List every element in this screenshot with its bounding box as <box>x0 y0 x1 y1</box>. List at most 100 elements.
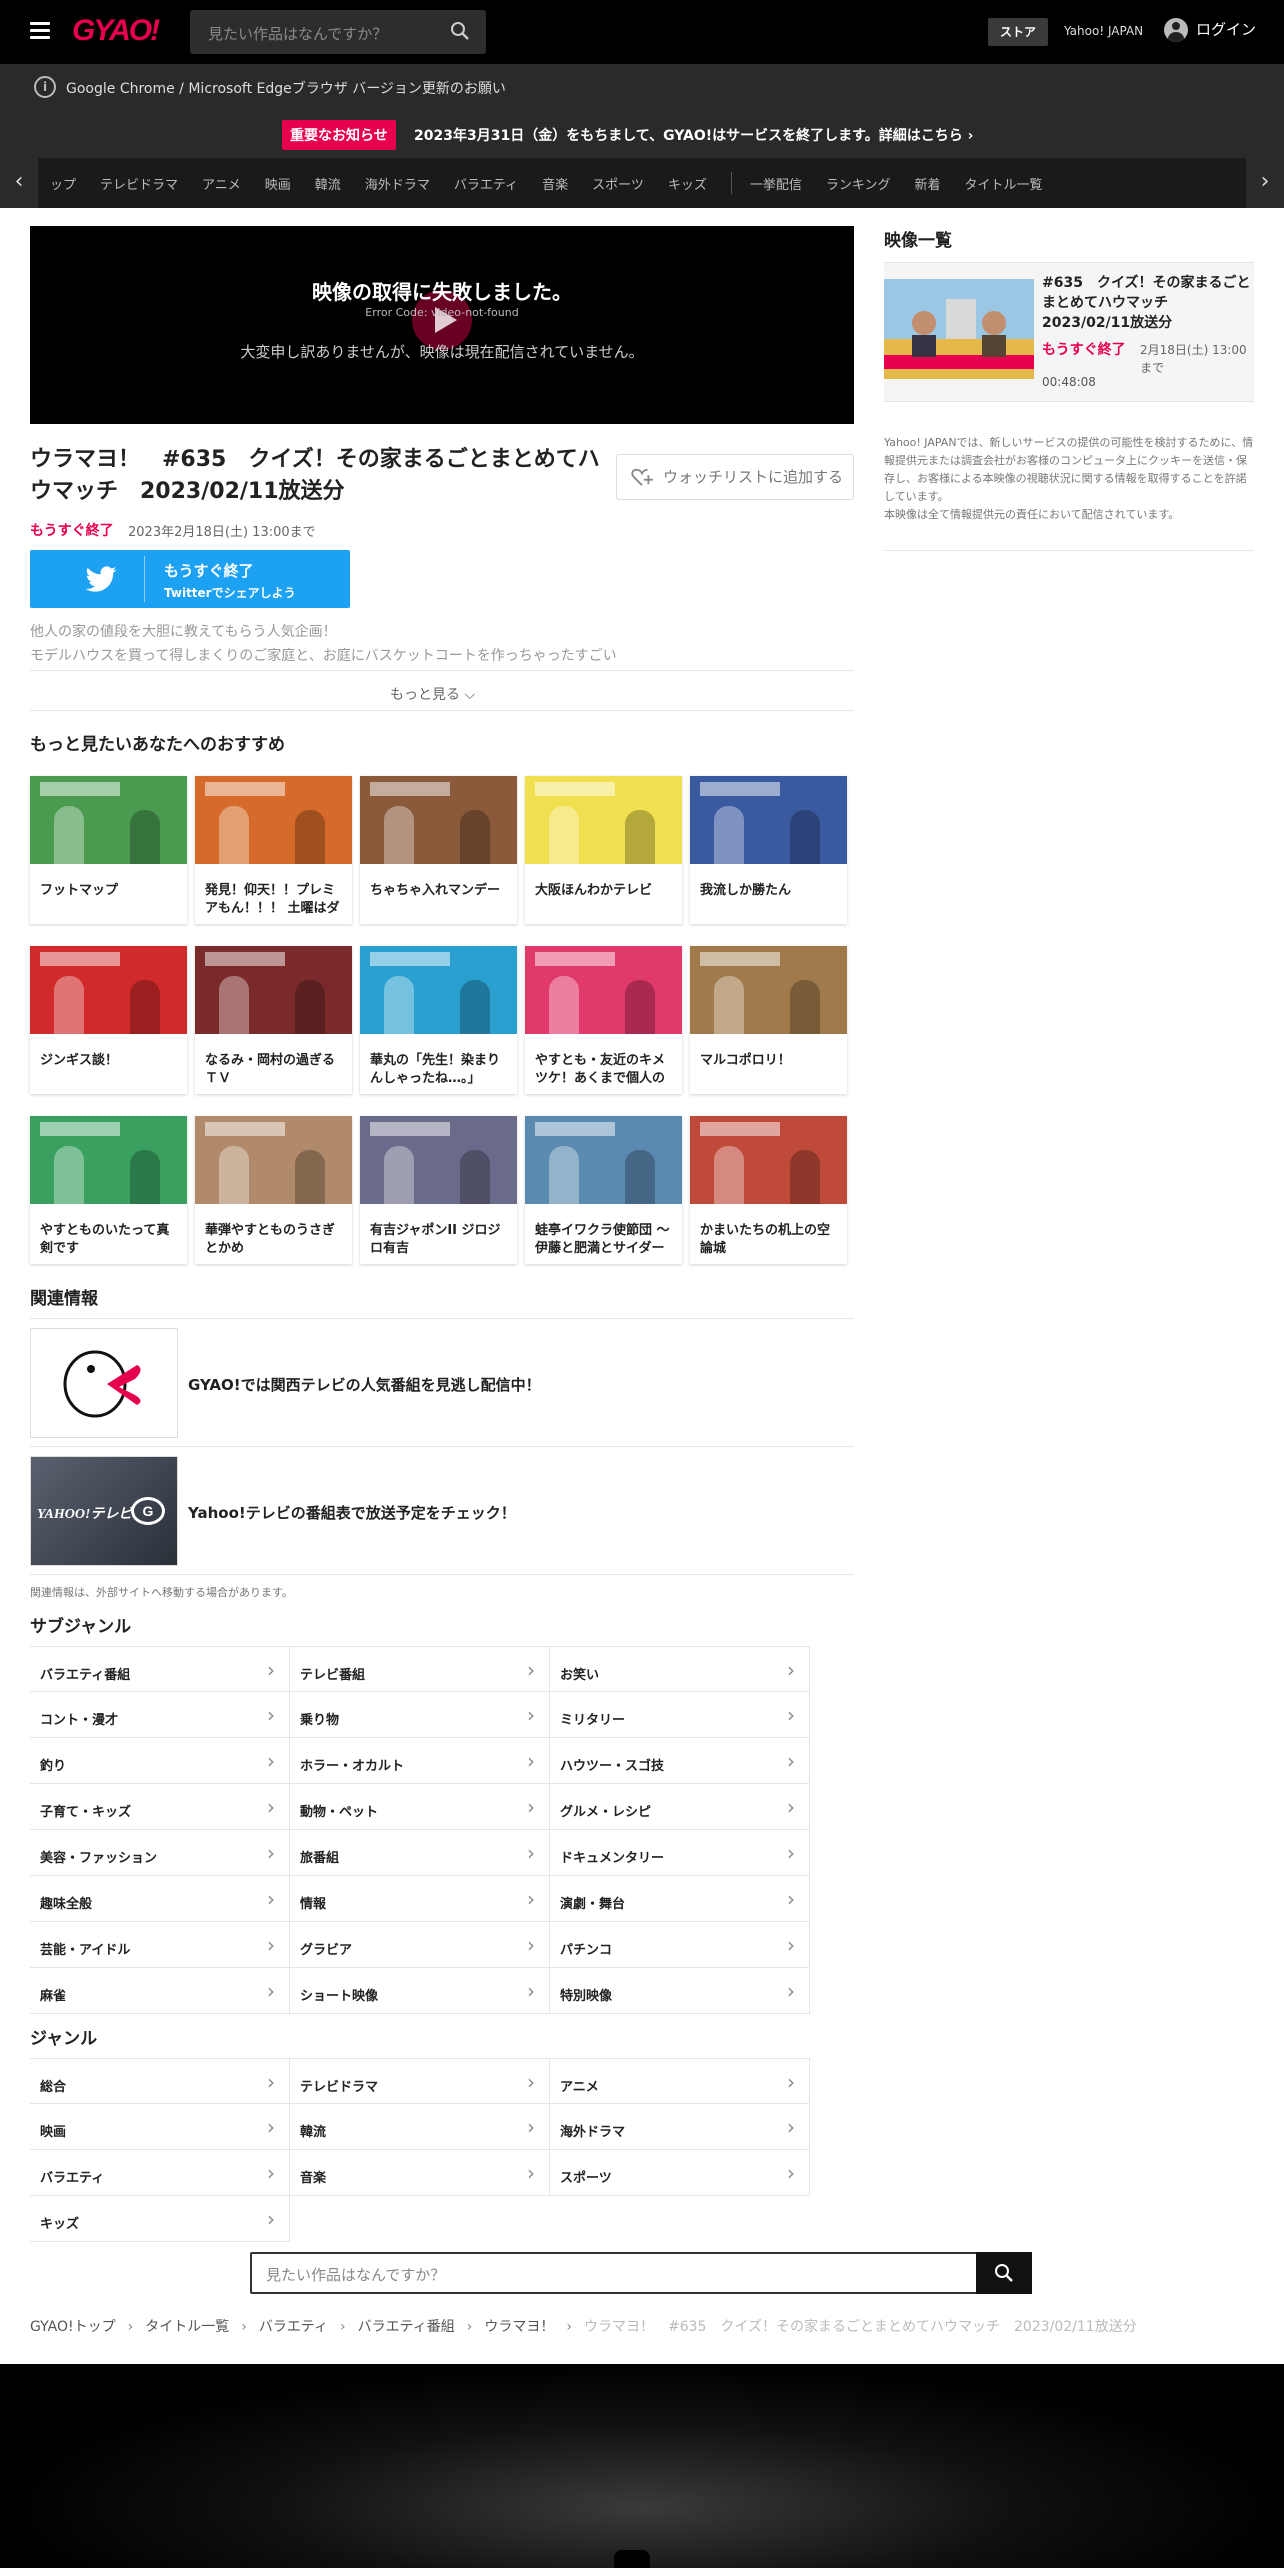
recommend-card[interactable]: やすとも・友近のキメツケ！あくまで個人の <box>525 946 682 1094</box>
bottom-search-button[interactable] <box>976 2252 1032 2294</box>
subgenre-link[interactable]: 釣り <box>30 1738 290 1784</box>
subgenre-link[interactable]: ショート映像 <box>290 1968 550 2014</box>
bottom-search-input[interactable]: 見たい作品はなんですか？ <box>250 2252 1032 2294</box>
nav-item[interactable]: ランキング <box>826 174 891 193</box>
subgenre-link[interactable]: コント・漫才 <box>30 1692 290 1738</box>
yahoo-tv-logo-text: YAHOO!テレビ <box>37 1507 133 1522</box>
subgenre-link[interactable]: ホラー・オカルト <box>290 1738 550 1784</box>
related-item-kantele[interactable]: GYAO!では関西テレビの人気番組を見逃し配信中！ <box>30 1318 854 1446</box>
recommend-card[interactable]: 華弾やすとものうさぎとかめ <box>195 1116 352 1264</box>
subgenre-link[interactable]: 芸能・アイドル <box>30 1922 290 1968</box>
nav-item[interactable]: 韓流 <box>315 174 341 193</box>
recommend-card[interactable]: ジンギス談！ <box>30 946 187 1094</box>
recommend-card[interactable]: フットマップ <box>30 776 187 924</box>
recommend-card[interactable]: 華丸の「先生！染まりんしゃったね…。」 <box>360 946 517 1094</box>
subgenre-link[interactable]: 趣味全般 <box>30 1876 290 1922</box>
genre-link[interactable]: 音楽 <box>290 2150 550 2196</box>
subgenre-link[interactable]: 美容・ファッション <box>30 1830 290 1876</box>
video-player[interactable]: 映像の取得に失敗しました。 Error Code: video-not-foun… <box>30 226 854 424</box>
subgenre-link[interactable]: ハウツー・スゴ技 <box>550 1738 810 1784</box>
recommend-card[interactable]: 我流しか勝たん <box>690 776 847 924</box>
breadcrumb-item[interactable]: バラエティ <box>259 2319 328 2335</box>
important-notice[interactable]: 重要なお知らせ 2023年3月31日（金）をもちまして、GYAO!はサービスを終… <box>0 110 1284 158</box>
recommend-card[interactable]: 有吉ジャポンII ジロジロ有吉 <box>360 1116 517 1264</box>
genre-link[interactable]: 映画 <box>30 2104 290 2150</box>
watchlist-button[interactable]: ウォッチリストに追加する <box>616 454 854 500</box>
nav-item[interactable]: 一挙配信 <box>750 174 802 193</box>
subgenre-link[interactable]: グラビア <box>290 1922 550 1968</box>
recommend-card[interactable]: 蛙亭イワクラ使節団 ～伊藤と肥満とサイダー <box>525 1116 682 1264</box>
genre-link[interactable]: 韓流 <box>290 2104 550 2150</box>
recommend-card[interactable]: かまいたちの机上の空論城 <box>690 1116 847 1264</box>
recommend-title: 華弾やすとものうさぎとかめ <box>205 1223 336 1256</box>
breadcrumb-item[interactable]: GYAO!トップ <box>30 2319 116 2335</box>
yahoo-japan-link[interactable]: Yahoo! JAPAN <box>1064 24 1143 38</box>
subgenre-link[interactable]: ドキュメンタリー <box>550 1830 810 1876</box>
recommend-card[interactable]: やすとものいたって真剣です <box>30 1116 187 1264</box>
breadcrumb-item[interactable]: タイトル一覧 <box>145 2319 229 2335</box>
related-item-yahoo-tv[interactable]: YAHOO!テレビ G Yahoo!テレビの番組表で放送予定をチェック！ <box>30 1446 854 1574</box>
gyao-logo[interactable]: GYAO! <box>72 14 160 48</box>
nav-item[interactable]: テレビドラマ <box>100 174 178 193</box>
breadcrumb-item[interactable]: ウラマヨ！ <box>484 2319 554 2335</box>
subgenre-link[interactable]: テレビ番組 <box>290 1646 550 1692</box>
related-note: 関連情報は、外部サイトへ移動する場合があります。 <box>30 1586 293 1599</box>
user-icon <box>1164 18 1188 42</box>
subgenre-link[interactable]: パチンコ <box>550 1922 810 1968</box>
nav-item[interactable]: ップ <box>50 174 76 193</box>
recommend-card[interactable]: ちゃちゃ入れマンデー <box>360 776 517 924</box>
genre-link[interactable]: 海外ドラマ <box>550 2104 810 2150</box>
recommend-card[interactable]: 大阪ほんわかテレビ <box>525 776 682 924</box>
subgenre-link[interactable]: 動物・ペット <box>290 1784 550 1830</box>
subgenre-link[interactable]: グルメ・レシピ <box>550 1784 810 1830</box>
recommend-card[interactable]: マルコポロリ！ <box>690 946 847 1094</box>
show-more-button[interactable]: もっと見る ⌵ <box>390 684 475 704</box>
recommend-card[interactable]: なるみ・岡村の過ぎるＴＶ <box>195 946 352 1094</box>
important-notice-text[interactable]: 2023年3月31日（金）をもちまして、GYAO!はサービスを終了します。詳細は… <box>414 125 973 145</box>
subgenre-link[interactable]: 麻雀 <box>30 1968 290 2014</box>
nav-item[interactable]: 海外ドラマ <box>365 174 430 193</box>
breadcrumb-item[interactable]: バラエティ番組 <box>358 2319 455 2335</box>
genre-link[interactable]: テレビドラマ <box>290 2058 550 2104</box>
nav-next-icon[interactable]: › <box>1246 158 1284 208</box>
store-button[interactable]: ストア <box>988 18 1048 46</box>
nav-item[interactable]: タイトル一覧 <box>965 174 1043 193</box>
nav-item[interactable]: 新着 <box>914 174 940 193</box>
subgenre-link[interactable]: 特別映像 <box>550 1968 810 2014</box>
nav-item[interactable]: キッズ <box>668 174 707 193</box>
subgenre-link[interactable]: 情報 <box>290 1876 550 1922</box>
nav-item[interactable]: 音楽 <box>542 174 568 193</box>
kantele-logo <box>30 1328 178 1438</box>
sidebar-episode-item[interactable]: #635 クイズ！その家まるごとまとめてハウマッチ 2023/02/11放送分 … <box>884 262 1254 402</box>
genre-link[interactable]: スポーツ <box>550 2150 810 2196</box>
genre-link[interactable]: アニメ <box>550 2058 810 2104</box>
available-until: 2023年2月18日(土) 13:00まで <box>128 525 316 540</box>
menu-icon[interactable] <box>30 22 50 40</box>
genre-link[interactable]: キッズ <box>30 2196 290 2242</box>
subgenre-link[interactable]: 旅番組 <box>290 1830 550 1876</box>
search-input[interactable]: 見たい作品はなんですか？ <box>190 10 486 54</box>
recommend-card[interactable]: 発見！仰天！！プレミアもん！！！ 土曜はダ <box>195 776 352 924</box>
subgenre-link[interactable]: バラエティ番組 <box>30 1646 290 1692</box>
login-label: ログイン <box>1196 20 1257 39</box>
subgenre-link[interactable]: 演劇・舞台 <box>550 1876 810 1922</box>
search-icon[interactable] <box>450 21 470 41</box>
nav-item[interactable]: スポーツ <box>592 174 644 193</box>
nav-prev-icon[interactable]: ‹ <box>0 158 38 208</box>
genre-link[interactable]: 総合 <box>30 2058 290 2104</box>
nav-item[interactable]: アニメ <box>202 174 241 193</box>
genre-link[interactable]: バラエティ <box>30 2150 290 2196</box>
browser-notice-text: Google Chrome / Microsoft Edgeブラウザ バージョン… <box>66 81 506 97</box>
info-icon: i <box>34 76 56 98</box>
subgenre-link[interactable]: ミリタリー <box>550 1692 810 1738</box>
subgenre-link[interactable]: お笑い <box>550 1646 810 1692</box>
twitter-share-button[interactable]: もうすぐ終了 Twitterでシェアしよう <box>30 550 350 608</box>
subgenre-link[interactable]: 乗り物 <box>290 1692 550 1738</box>
browser-notice[interactable]: i Google Chrome / Microsoft Edgeブラウザ バージ… <box>0 64 1284 110</box>
nav-item[interactable]: 映画 <box>265 174 291 193</box>
subgenre-link[interactable]: 子育て・キッズ <box>30 1784 290 1830</box>
nav-item[interactable]: バラエティ <box>454 174 518 193</box>
login-button[interactable]: ログイン <box>1164 18 1256 42</box>
recommend-title: 発見！仰天！！プレミアもん！！！ 土曜はダ <box>205 883 340 916</box>
recommend-title: 蛙亭イワクラ使節団 ～伊藤と肥満とサイダー <box>535 1223 670 1256</box>
